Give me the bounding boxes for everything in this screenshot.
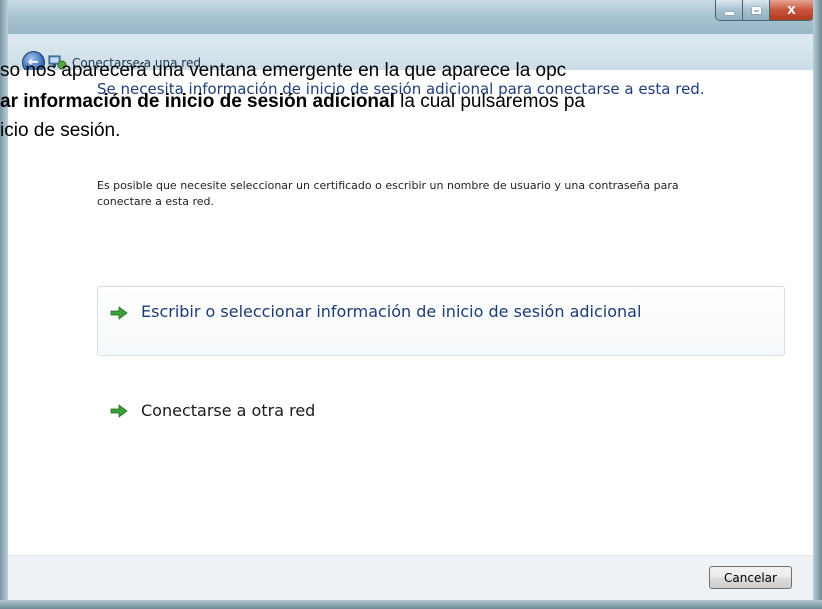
option-enter-credentials[interactable] — [97, 286, 785, 356]
overlay-text-line-2: ar información de inicio de sesión adici… — [0, 91, 585, 113]
description-text: Es posible que necesite seleccionar un c… — [97, 179, 679, 208]
close-icon: X — [787, 3, 796, 17]
window-frame-right — [813, 0, 822, 609]
overlay-text-line-1: so nos aparecerá una ventana emergente e… — [0, 60, 567, 81]
minimize-button[interactable] — [716, 0, 743, 20]
title-bar[interactable] — [0, 0, 822, 35]
green-arrow-icon — [110, 404, 128, 418]
window-frame-bottom — [0, 600, 822, 609]
maximize-button[interactable] — [743, 0, 770, 20]
footer-bar — [8, 555, 813, 601]
caption-buttons: X — [715, 0, 814, 21]
overlay-text-line-3: icio de sesión. — [0, 120, 121, 141]
cancel-button[interactable]: Cancelar — [709, 566, 792, 589]
green-arrow-icon — [110, 306, 128, 320]
close-button[interactable]: X — [770, 0, 813, 20]
minimize-icon — [724, 11, 734, 15]
overlay-text-bold: ar información de inicio de sesión adici… — [0, 91, 395, 112]
maximize-icon — [751, 6, 761, 14]
option-connect-other-network[interactable]: Conectarse a otra red — [141, 401, 315, 420]
option-enter-credentials-label[interactable]: Escribir o seleccionar información de in… — [141, 302, 641, 321]
overlay-text-rest: la cual pulsaremos pa — [394, 91, 585, 112]
